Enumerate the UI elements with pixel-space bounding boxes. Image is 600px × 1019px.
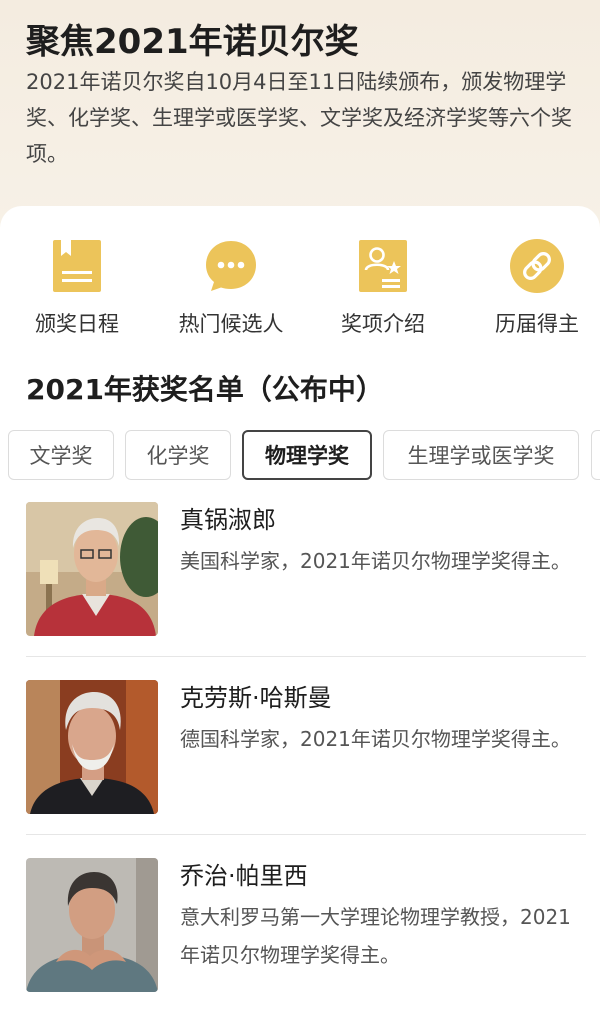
laureate-photo [26,858,158,992]
nav-item-awards[interactable]: 奖项介绍 [318,238,448,338]
calendar-icon [49,238,105,294]
chat-bubble-icon [203,238,259,294]
page-intro: 2021年诺贝尔奖自10月4日至11日陆续颁布，颁发物理学奖、化学奖、生理学或医… [26,70,572,166]
laureate-desc: 意大利罗马第一大学理论物理学教授，2021年诺贝尔物理学奖得主。 [180,905,571,967]
nav-label-past-winners: 历届得主 [495,312,579,336]
prize-tabs: 文学奖 化学奖 物理学奖 生理学或医学奖 [0,430,600,482]
content-card: 颁奖日程 热门候选人 奖项介绍 历届得主 2021年获奖名单（公布中） 文学奖 … [0,206,600,1019]
nav-label-candidates: 热门候选人 [178,312,284,336]
profile-card-icon [355,238,411,294]
tab-medicine[interactable]: 生理学或医学奖 [383,430,579,480]
list-item[interactable]: 真锅淑郎 美国科学家，2021年诺贝尔物理学奖得主。 [0,498,600,678]
divider [26,834,586,835]
link-icon [509,238,565,294]
list-item[interactable]: 乔治·帕里西 意大利罗马第一大学理论物理学教授，2021年诺贝尔物理学奖得主。 [0,854,600,1019]
nav-label-schedule: 颁奖日程 [35,312,119,336]
laureate-name: 克劳斯·哈斯曼 [180,684,332,712]
laureate-photo [26,680,158,814]
tab-more[interactable] [591,430,600,480]
nav-item-schedule[interactable]: 颁奖日程 [12,238,142,338]
laureate-name: 真锅淑郎 [180,506,276,534]
quick-nav: 颁奖日程 热门候选人 奖项介绍 历届得主 [0,238,600,348]
divider [26,656,586,657]
nav-item-candidates[interactable]: 热门候选人 [166,238,296,338]
list-item[interactable]: 克劳斯·哈斯曼 德国科学家，2021年诺贝尔物理学奖得主。 [0,676,600,856]
laureate-desc: 美国科学家，2021年诺贝尔物理学奖得主。 [180,549,571,573]
page-title: 聚焦2021年诺贝尔奖 [26,22,359,62]
page-header: 聚焦2021年诺贝尔奖 2021年诺贝尔奖自10月4日至11日陆续颁布，颁发物理… [0,0,600,230]
tab-chemistry[interactable]: 化学奖 [125,430,231,480]
laureate-desc: 德国科学家，2021年诺贝尔物理学奖得主。 [180,727,571,751]
tab-physics[interactable]: 物理学奖 [242,430,372,480]
nav-label-awards: 奖项介绍 [341,312,425,336]
section-title: 2021年获奖名单（公布中） [26,373,384,406]
laureate-name: 乔治·帕里西 [180,862,308,890]
laureate-photo [26,502,158,636]
tab-literature[interactable]: 文学奖 [8,430,114,480]
nav-item-past-winners[interactable]: 历届得主 [472,238,600,338]
